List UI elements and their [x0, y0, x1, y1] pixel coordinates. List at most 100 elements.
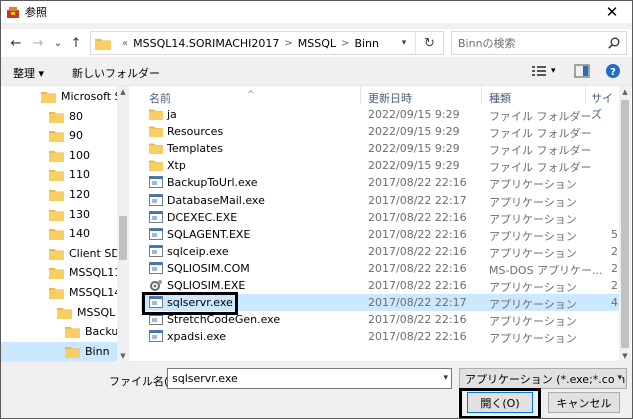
chevron-down-icon: ▾	[615, 373, 622, 383]
forward-button[interactable]: →	[29, 33, 47, 53]
navigation-pane[interactable]: Microsoft SQ 80 90 100 110 120 130 140 Client SD…	[1, 86, 131, 362]
file-row[interactable]: Resources 2022/09/15 9:29 ファイル フォルダー	[141, 123, 619, 140]
file-row[interactable]: xpadsi.exe 2017/08/22 22:16 アプリケーション	[141, 328, 619, 345]
file-name: BackupToUrl.exe	[167, 176, 258, 190]
folder-icon	[49, 248, 64, 260]
file-date: 2022/09/15 9:29	[368, 108, 460, 121]
file-name: sqlceip.exe	[167, 244, 229, 258]
file-type: アプリケーション	[489, 178, 577, 192]
file-row[interactable]: ja 2022/09/15 9:29 ファイル フォルダー	[141, 106, 619, 123]
chevron-down-icon[interactable]: ▾	[395, 32, 413, 54]
tree-item[interactable]: 80	[1, 107, 117, 126]
new-folder-button[interactable]: 新しいフォルダー	[72, 65, 160, 81]
chevron-down-icon[interactable]: ▾	[443, 373, 448, 383]
search-box[interactable]	[451, 31, 627, 55]
folder-icon	[95, 38, 111, 50]
tree-item[interactable]: 130	[1, 205, 117, 224]
address-bar[interactable]: « MSSQL14.SORIMACHI2017 > MSSQL > Binn ▾…	[90, 31, 444, 55]
folder-icon	[65, 346, 80, 358]
file-row[interactable]: DatabaseMail.exe 2017/08/22 22:17 アプリケーション	[141, 192, 619, 209]
file-row[interactable]: BackupToUrl.exe 2017/08/22 22:16 アプリケーション	[141, 174, 619, 191]
tree-item[interactable]: Client SDK	[1, 244, 117, 263]
tree-item-label: Microsoft SQ	[61, 90, 117, 103]
file-name: ja	[167, 108, 177, 121]
tree-item-label: 130	[69, 207, 90, 221]
folder-icon	[149, 109, 163, 120]
file-open-dialog: 参照 ✕ ← → ⌄ ↑ « MSSQL14.SORIMACHI2017 > M…	[0, 0, 633, 419]
organize-menu[interactable]: 整理 ▾	[13, 65, 44, 81]
search-input[interactable]	[458, 36, 608, 50]
recent-locations-button[interactable]: ⌄	[49, 33, 67, 53]
file-row[interactable]: SQLIOSIM.COM 2017/08/22 22:16 MS-DOS アプリケー…	[141, 260, 619, 277]
filename-field[interactable]: ▾	[167, 368, 452, 389]
scroll-up-arrow[interactable]: ▲	[117, 86, 129, 98]
sort-ascending-icon: ^	[247, 90, 255, 100]
highlight-box	[459, 388, 541, 418]
view-options-icon[interactable]	[531, 63, 547, 79]
back-button[interactable]: ←	[7, 33, 25, 53]
gear-icon	[150, 280, 162, 291]
tree-item[interactable]: MSSQL11.S(	[1, 263, 117, 282]
column-header: ^ 名前 更新日時 種類 サイズ	[141, 86, 619, 121]
tree-item[interactable]: 90	[1, 126, 117, 145]
filename-input[interactable]	[168, 372, 428, 385]
title-bar: 参照 ✕	[1, 1, 632, 23]
tree-item[interactable]: MSSQL	[1, 303, 117, 322]
breadcrumb-mssql[interactable]: MSSQL	[298, 37, 336, 50]
file-name: SQLAGENT.EXE	[167, 227, 251, 241]
file-type: アプリケーション	[489, 246, 577, 260]
tree-item-label: 140	[69, 227, 90, 241]
scroll-down-arrow[interactable]: ▼	[619, 350, 631, 362]
tree-item[interactable]: 140	[1, 224, 117, 243]
view-dropdown-button[interactable]: ▾	[551, 66, 556, 76]
breadcrumb-binn[interactable]: Binn	[354, 37, 379, 50]
tree-item[interactable]: Backup	[1, 322, 117, 341]
file-row[interactable]: DCEXEC.EXE 2017/08/22 22:16 アプリケーション	[141, 209, 619, 226]
help-icon[interactable]: ?	[605, 63, 621, 79]
filetype-select[interactable]: アプリケーション (*.exe;*.com;*.icd ▾	[459, 368, 627, 389]
file-name: SQLIOSIM.EXE	[167, 279, 246, 292]
navigation-scrollbar[interactable]: ▲ ▼	[117, 86, 129, 362]
folder-icon	[49, 209, 64, 221]
file-row[interactable]: sqlceip.exe 2017/08/22 22:16 アプリケーション 2	[141, 243, 619, 260]
tree-item[interactable]: 110	[1, 165, 117, 184]
tree-item[interactable]: Binn	[1, 341, 117, 361]
column-name[interactable]: 名前	[149, 90, 171, 106]
scroll-up-arrow[interactable]: ▲	[619, 86, 631, 98]
file-list[interactable]: ^ 名前 更新日時 種類 サイズ ja 2022/09/15 9:29 ファイル フ…	[141, 86, 619, 362]
tree-item-label: 80	[69, 109, 83, 123]
cancel-button[interactable]: キャンセル	[548, 392, 620, 413]
file-row[interactable]: Templates 2022/09/15 9:29 ファイル フォルダー	[141, 140, 619, 157]
file-date: 2017/08/22 22:16	[368, 313, 467, 327]
column-divider	[360, 86, 361, 104]
scroll-down-arrow[interactable]: ▼	[117, 350, 129, 362]
file-date: 2017/08/22 22:16	[368, 261, 467, 275]
tree-item[interactable]: 100	[1, 146, 117, 165]
scroll-thumb[interactable]	[119, 216, 127, 260]
breadcrumb-instance[interactable]: MSSQL14.SORIMACHI2017	[133, 37, 279, 50]
column-date[interactable]: 更新日時	[368, 90, 412, 106]
refresh-button[interactable]: ↻	[415, 32, 443, 54]
file-row[interactable]: SQLAGENT.EXE 2017/08/22 22:16 アプリケーション 5	[141, 226, 619, 243]
app-icon	[7, 6, 19, 18]
file-type: ファイル フォルダー	[489, 127, 592, 141]
file-row[interactable]: Xtp 2022/09/15 9:29 ファイル フォルダー	[141, 157, 619, 174]
tree-item-label: Client SDK	[69, 246, 117, 260]
tree-item[interactable]: 120	[1, 185, 117, 204]
preview-pane-icon[interactable]	[574, 63, 590, 79]
tree-item[interactable]: MSSQL14.S(	[1, 283, 117, 302]
file-type: アプリケーション	[489, 195, 577, 209]
file-list-scrollbar[interactable]: ▲ ▼	[619, 86, 631, 362]
chevron-right-icon: >	[341, 37, 350, 49]
application-icon	[149, 210, 163, 223]
scroll-thumb[interactable]	[621, 100, 629, 348]
up-button[interactable]: ↑	[67, 33, 85, 53]
breadcrumb-overflow[interactable]: «	[122, 38, 128, 49]
tree-item[interactable]: Microsoft SQ	[1, 87, 117, 106]
column-type[interactable]: 種類	[489, 90, 511, 106]
file-name: Templates	[167, 142, 223, 156]
folder-icon	[49, 268, 64, 280]
close-button[interactable]: ✕	[592, 1, 632, 23]
column-divider	[585, 86, 586, 104]
file-date: 2017/08/22 22:16	[368, 176, 467, 190]
